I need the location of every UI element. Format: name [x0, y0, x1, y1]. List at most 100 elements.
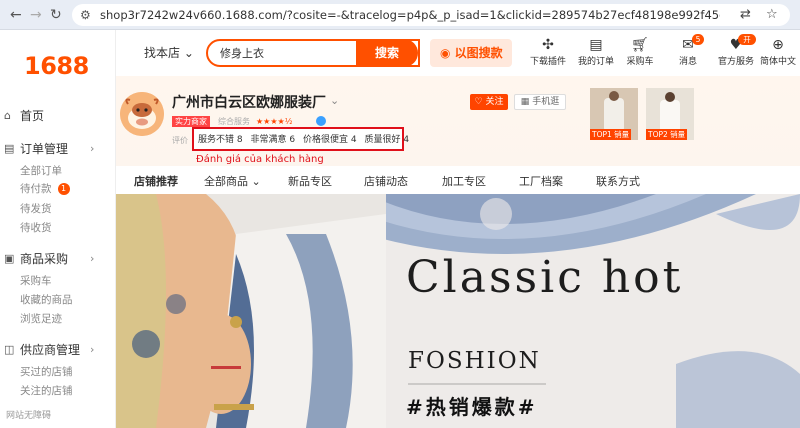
- sidebar-subitem-favorites[interactable]: 收藏的商品: [20, 293, 73, 307]
- strength-merchant-badge: 实力商家: [172, 116, 210, 127]
- promo-banner[interactable]: Classic hot FOSHION #热销爆款#: [116, 194, 800, 428]
- chevron-right-icon: ›: [90, 142, 95, 155]
- eval-tag-label: 非常满意: [250, 135, 287, 145]
- eval-tag-count: 6: [289, 135, 296, 145]
- forward-icon[interactable]: →: [30, 6, 42, 24]
- sidebar-subitem-history[interactable]: 浏览足迹: [20, 312, 62, 326]
- tab-label: 全部商品: [204, 175, 248, 188]
- shop-name[interactable]: 广州市白云区欧娜服装厂: [172, 92, 326, 112]
- shop-header: 广州市白云区欧娜服装厂 ⌄ 实力商家 综合服务 ★★★★½ 评价 服务不错 8 …: [116, 76, 800, 166]
- left-sidebar: 1688 ⌂ 首页 ▤ 订单管理 › 全部订单 待付款 1 待发货 待收货 ▣ 商…: [0, 30, 116, 428]
- search-input[interactable]: [220, 46, 370, 59]
- store-navigation: 店铺推荐 全部商品 ⌄ 新品专区 店铺动态 加工专区 工厂档案 联系方式: [116, 166, 800, 194]
- mobile-browse-button[interactable]: ▦ 手机逛: [514, 94, 566, 110]
- eval-tag[interactable]: 服务不错 8: [198, 135, 243, 145]
- site-header: 找本店 ⌄ 搜索 ◉ 以图搜款 ✣ 下载插件 ▤ 我的订单 🛒︎ 采购车 ✉ 5…: [116, 30, 800, 76]
- sidebar-subitem-pending-payment[interactable]: 待付款 1: [20, 182, 70, 196]
- tab-store-recommend[interactable]: 店铺推荐: [134, 173, 178, 189]
- sidebar-subitem-all-orders[interactable]: 全部订单: [20, 164, 62, 178]
- plugin-icon: ✣: [542, 37, 554, 53]
- browser-toolbar: ← → ↻ ⚙ shop3r7242w24v660.1688.com/?cosi…: [0, 0, 800, 30]
- image-search-label: 以图搜款: [454, 46, 503, 60]
- address-bar[interactable]: ⚙ shop3r7242w24v660.1688.com/?cosite=-&t…: [72, 4, 790, 26]
- chevron-right-icon: ›: [90, 252, 95, 265]
- evaluation-tags: 服务不错 8 非常满意 6 价格很便宜 4 质量很好 4: [198, 133, 414, 147]
- eval-tag-label: 价格很便宜: [303, 135, 349, 145]
- orders-icon: ▤: [589, 37, 603, 53]
- eval-tag-label: 服务不错: [198, 135, 235, 145]
- chevron-right-icon: ›: [90, 343, 95, 356]
- message-count-badge: 5: [692, 34, 704, 45]
- evaluation-highlight-box: 服务不错 8 非常满意 6 价格很便宜 4 质量很好 4: [192, 127, 409, 151]
- toolbar-label: 简体中文: [759, 57, 796, 67]
- toolbar-label: 采购车: [626, 57, 654, 67]
- eval-tag-label: 质量很好: [364, 135, 401, 145]
- toolbar-official-service[interactable]: ♥ 开店 官方服务: [716, 34, 756, 67]
- search-button[interactable]: 搜索: [356, 39, 418, 67]
- toolbar-label: 我的订单: [577, 57, 614, 67]
- tab-factory-profile[interactable]: 工厂档案: [519, 173, 563, 189]
- eval-tag-count: 4: [350, 135, 357, 145]
- toolbar-my-orders[interactable]: ▤ 我的订单: [576, 36, 616, 67]
- banner-chinese-text: #热销爆款#: [406, 395, 538, 419]
- eval-tag-count: 4: [403, 135, 410, 145]
- toolbar-messages[interactable]: ✉ 5 消息: [668, 34, 708, 67]
- chevron-down-icon: ⌄: [183, 46, 194, 60]
- accessibility-link[interactable]: 网站无障碍: [6, 408, 51, 421]
- tab-all-products[interactable]: 全部商品 ⌄: [204, 173, 261, 189]
- toolbar-cart[interactable]: 🛒︎ 采购车: [620, 36, 660, 67]
- chevron-down-icon[interactable]: ⌄: [330, 94, 339, 107]
- site-logo[interactable]: 1688: [24, 52, 89, 80]
- bull-mascot-icon: [120, 92, 164, 136]
- tab-store-updates[interactable]: 店铺动态: [364, 173, 408, 189]
- site-info-icon[interactable]: ⚙: [80, 7, 91, 23]
- reload-icon[interactable]: ↻: [50, 6, 62, 24]
- eval-tag[interactable]: 非常满意 6: [251, 135, 296, 145]
- home-icon: ⌂: [4, 109, 11, 122]
- top2-tag: TOP2 销量: [646, 129, 688, 140]
- toolbar-download-plugin[interactable]: ✣ 下载插件: [528, 36, 568, 67]
- heart-icon: ♡: [474, 97, 483, 107]
- eval-tag[interactable]: 价格很便宜 4: [303, 135, 357, 145]
- bookmark-star-icon[interactable]: ☆: [766, 6, 778, 24]
- image-search-button[interactable]: ◉ 以图搜款: [430, 39, 512, 67]
- banner-title: Classic hot: [406, 252, 684, 303]
- top1-tag: TOP1 销量: [590, 129, 632, 140]
- sidebar-item-label: 首页: [20, 109, 45, 123]
- eval-tag[interactable]: 质量很好 4: [365, 135, 410, 145]
- globe-icon: ⊕: [772, 37, 784, 53]
- follow-label: 关注: [485, 97, 504, 107]
- qrcode-icon: ▦: [520, 97, 530, 107]
- sidebar-section-label: 订单管理: [20, 142, 69, 156]
- toolbar-label: 官方服务: [717, 57, 754, 67]
- cart-icon: 🛒︎: [631, 37, 649, 53]
- sidebar-subitem-to-receive[interactable]: 待收货: [20, 221, 52, 235]
- shop-avatar[interactable]: [120, 92, 164, 136]
- tab-contact[interactable]: 联系方式: [596, 173, 640, 189]
- rating-stars: ★★★★½: [256, 117, 293, 126]
- eval-tag-count: 8: [236, 135, 243, 145]
- follow-button[interactable]: ♡ 关注: [470, 94, 508, 110]
- sidebar-subitem-bought-stores[interactable]: 买过的店铺: [20, 365, 73, 379]
- sidebar-subitem-followed-stores[interactable]: 关注的店铺: [20, 384, 73, 398]
- find-store-dropdown[interactable]: 找本店 ⌄: [144, 44, 194, 61]
- chevron-down-icon: ⌄: [251, 175, 261, 188]
- mobile-label: 手机逛: [532, 97, 560, 107]
- find-store-label: 找本店: [144, 46, 181, 60]
- tab-processing[interactable]: 加工专区: [442, 173, 486, 189]
- camera-icon: ◉: [440, 46, 451, 60]
- tab-new-arrivals[interactable]: 新品专区: [288, 173, 332, 189]
- toolbar-label: 消息: [678, 57, 697, 67]
- top-product-1[interactable]: TOP1 销量: [590, 88, 638, 140]
- top-product-2[interactable]: TOP2 销量: [646, 88, 694, 140]
- annotation-text: Đánh giá của khách hàng: [196, 154, 324, 165]
- url-text[interactable]: shop3r7242w24v660.1688.com/?cosite=-&tra…: [100, 7, 720, 23]
- sidebar-subitem-to-ship[interactable]: 待发货: [20, 202, 52, 216]
- sidebar-subitem-label: 待付款: [20, 183, 52, 195]
- toolbar-language[interactable]: ⊕ 简体中文: [758, 36, 798, 67]
- back-icon[interactable]: ←: [10, 6, 22, 24]
- translate-icon[interactable]: ⇄: [740, 6, 751, 24]
- sidebar-subitem-cart[interactable]: 采购车: [20, 274, 52, 288]
- purchase-icon: ▣: [4, 252, 15, 265]
- count-badge: 1: [57, 183, 70, 195]
